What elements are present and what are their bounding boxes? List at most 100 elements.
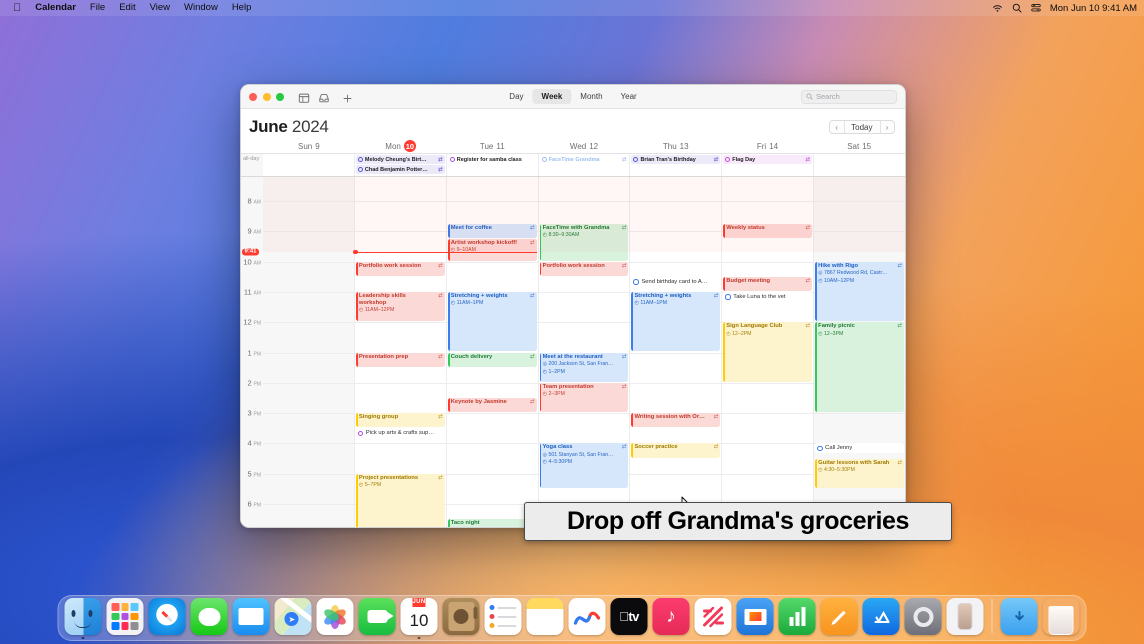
dock-item-reminders[interactable] xyxy=(484,598,522,635)
dock-item-appletv[interactable]: tv xyxy=(610,598,648,635)
calendar-event[interactable]: Sign Language Club ◴ 12–2PM ⇄ xyxy=(723,322,813,382)
tab-day[interactable]: Day xyxy=(500,89,532,104)
all-day-column[interactable] xyxy=(813,154,905,176)
apple-menu-icon[interactable]:  xyxy=(6,0,28,16)
spotlight-search-icon[interactable] xyxy=(1012,3,1022,13)
dock-item-freeform[interactable] xyxy=(568,598,606,635)
calendar-event[interactable]: Writing session with Or… ⇄ xyxy=(631,413,721,428)
dock-item-news[interactable] xyxy=(694,598,732,635)
inbox-icon[interactable] xyxy=(318,91,330,103)
menu-item-window[interactable]: Window xyxy=(177,0,225,16)
all-day-event[interactable]: Brian Tran's Birthday ⇄ xyxy=(631,155,721,164)
all-day-column[interactable]: Flag Day ⇄ xyxy=(721,154,813,176)
all-day-column[interactable]: FaceTime Grandma ⇄ xyxy=(537,154,630,176)
search-field[interactable]: Search xyxy=(801,89,897,104)
all-day-event[interactable]: Chad Benjamin Potter… ⇄ xyxy=(355,165,445,174)
tab-month[interactable]: Month xyxy=(571,89,611,104)
calendar-event[interactable]: Hike with Rigo ◎ 7867 Redwood Rd, Castr… ◴ 1… xyxy=(815,261,905,322)
today-button[interactable]: Today xyxy=(844,121,879,133)
day-header-mon[interactable]: Mon 10 xyxy=(355,140,447,152)
reminder-checkbox-icon[interactable] xyxy=(725,294,731,300)
reminder-item[interactable]: Pick up arts & crafts sup… xyxy=(355,428,445,439)
add-event-icon[interactable] xyxy=(342,91,354,103)
dock-item-messages[interactable] xyxy=(190,598,228,635)
zoom-button[interactable] xyxy=(276,92,284,101)
minimize-button[interactable] xyxy=(262,92,271,101)
calendar-event[interactable]: Stretching + weights ◴ 11AM–1PM ⇄ xyxy=(447,291,537,352)
reminder-checkbox-icon[interactable] xyxy=(817,445,823,452)
tab-year[interactable]: Year xyxy=(612,89,646,104)
all-day-event[interactable]: FaceTime Grandma ⇄ xyxy=(539,155,629,164)
day-header-number: 15 xyxy=(862,141,872,151)
all-day-event[interactable]: Flag Day ⇄ xyxy=(723,155,813,164)
menu-item-view[interactable]: View xyxy=(143,0,177,16)
menu-item-file[interactable]: File xyxy=(83,0,112,16)
calendar-event[interactable]: Family picnic ◴ 12–3PM ⇄ xyxy=(815,322,905,413)
calendar-event[interactable]: Team presentation ◴ 2–3PM ⇄ xyxy=(539,382,629,413)
dock-item-trash[interactable] xyxy=(1043,598,1080,635)
dock-item-calendar[interactable]: JUN 10 xyxy=(400,598,438,639)
all-day-column[interactable]: Register for samba class xyxy=(445,154,538,176)
tab-week[interactable]: Week xyxy=(532,89,572,104)
reminder-item[interactable]: Call Jenny xyxy=(815,443,905,454)
dock-item-mail[interactable] xyxy=(232,598,270,635)
dock-item-contacts[interactable] xyxy=(442,598,480,635)
dock-item-settings[interactable] xyxy=(904,598,942,635)
reminder-checkbox-icon[interactable] xyxy=(357,430,364,436)
calendar-event[interactable]: Keynote by Jasmine ⇄ xyxy=(447,397,537,413)
dock-item-notes[interactable] xyxy=(526,598,564,635)
dock-item-maps[interactable]: ➤ xyxy=(274,598,312,635)
close-button[interactable] xyxy=(249,92,257,101)
calendar-event[interactable]: Meet at the restaurant ◎ 200 Jackson St, S… xyxy=(539,352,629,382)
day-header-tue[interactable]: Tue 11 xyxy=(446,142,538,151)
dock-item-facetime[interactable] xyxy=(358,598,396,635)
calendar-event[interactable]: Presentation prep ⇄ xyxy=(355,352,445,367)
calendar-event[interactable]: Couch delivery ⇄ xyxy=(447,352,537,367)
day-header-wed[interactable]: Wed 12 xyxy=(538,142,630,151)
dock-item-finder[interactable] xyxy=(64,598,102,639)
dock-item-photos[interactable] xyxy=(316,598,354,635)
all-day-event-title: Brian Tran's Birthday xyxy=(640,156,696,163)
menu-item-edit[interactable]: Edit xyxy=(112,0,142,16)
next-week-button[interactable]: › xyxy=(880,121,894,133)
calendar-event[interactable]: Stretching + weights ◴ 11AM–1PM ⇄ xyxy=(631,291,721,352)
dock-item-numbers[interactable] xyxy=(778,598,816,635)
calendar-event[interactable]: Portfolio work session ⇄ xyxy=(539,261,629,276)
control-center-icon[interactable] xyxy=(1031,3,1041,13)
reminder-checkbox-icon[interactable] xyxy=(633,279,639,285)
dock-item-iphone-mirror[interactable] xyxy=(946,598,984,635)
calendar-event[interactable]: Project presentations ◴ 5–7PM ⇄ xyxy=(355,473,445,527)
all-day-column[interactable] xyxy=(263,154,354,176)
menu-item-help[interactable]: Help xyxy=(225,0,259,16)
week-grid[interactable]: Portfolio work session ⇄ Leadership skills… xyxy=(241,177,905,527)
calendar-event[interactable]: Budget meeting ⇄ xyxy=(723,276,813,291)
all-day-event[interactable]: Register for samba class xyxy=(447,155,537,164)
menu-item-app[interactable]: Calendar xyxy=(28,0,83,16)
dock-item-appstore[interactable] xyxy=(862,598,900,635)
previous-week-button[interactable]: ‹ xyxy=(830,121,844,133)
reminder-item[interactable]: Take Luna to the vet xyxy=(723,291,813,302)
dock-item-safari[interactable] xyxy=(148,598,186,635)
day-header-sun[interactable]: Sun 9 xyxy=(263,142,355,151)
reminder-item[interactable]: Send birthday card to A… xyxy=(631,276,721,287)
dock-item-downloads[interactable] xyxy=(1000,598,1038,635)
day-header-fri[interactable]: Fri 14 xyxy=(722,142,814,151)
calendar-event[interactable]: Singing group ⇄ xyxy=(355,413,445,428)
all-day-event[interactable]: Melody Cheung's Birt… ⇄ xyxy=(355,155,445,164)
all-day-column[interactable]: Melody Cheung's Birt… ⇄ Chad Benjamin Pott… xyxy=(353,154,446,176)
day-header-thu[interactable]: Thu 13 xyxy=(630,142,722,151)
dock-item-launchpad[interactable] xyxy=(106,598,144,635)
dock-item-pages[interactable] xyxy=(820,598,858,635)
menu-bar-clock[interactable]: Mon Jun 10 9:41 AM xyxy=(1050,3,1137,14)
calendar-event[interactable]: Portfolio work session ⇄ xyxy=(355,261,445,276)
all-day-column[interactable]: Brian Tran's Birthday ⇄ xyxy=(629,154,721,176)
calendar-event[interactable]: Guitar lessons with Sarah ◴ 4:30–5:30PM ⇄ xyxy=(815,458,905,488)
calendar-sidebar-icon[interactable] xyxy=(298,91,310,103)
calendar-event[interactable]: Leadership skills workshop ◴ 11AM–12PM ⇄ xyxy=(355,291,445,322)
calendar-event[interactable]: Yoga class ◎ 501 Stanyan St, San Fran… ◴ 4–5… xyxy=(539,443,629,488)
day-header-sat[interactable]: Sat 15 xyxy=(813,142,905,151)
dock-item-keynote[interactable] xyxy=(736,598,774,635)
calendar-event[interactable]: Soccer practice ⇄ xyxy=(631,443,721,458)
dock-item-music[interactable]: ♪ xyxy=(652,598,690,635)
wifi-icon[interactable] xyxy=(992,4,1003,13)
